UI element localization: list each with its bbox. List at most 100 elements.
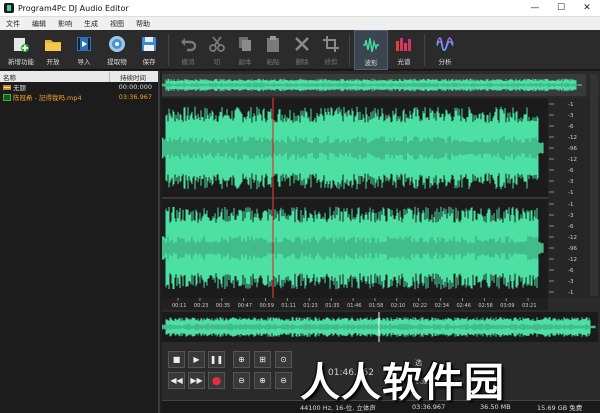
zoom-out-vertical-button[interactable]: ⊖: [275, 372, 292, 389]
toolbar-separator: [424, 34, 425, 66]
zoom-selection-icon: ⊞: [259, 355, 266, 364]
db-tick-label: -12: [568, 257, 577, 263]
extract-button[interactable]: 提取物: [100, 30, 134, 70]
save-icon: [140, 35, 158, 53]
timeline-tick-label: 01:46: [347, 303, 361, 309]
timeline-tick-label: 00:59: [260, 303, 274, 309]
timeline-tick-label: 03:09: [500, 303, 514, 309]
transport-controls: ■ ▶ ❚❚ ◀◀ ▶▶ ● ⊕ ⊞ ⊙ ⊖ ⊕ ⊖: [165, 348, 301, 394]
toolbar-separator: [349, 34, 350, 66]
paste-button[interactable]: 粘贴: [259, 30, 287, 70]
open-folder-icon: [44, 35, 62, 53]
undo-button[interactable]: 撤消: [173, 30, 203, 70]
extract-label: 提取物: [107, 58, 127, 66]
timeline-tick-label: 01:11: [281, 303, 295, 309]
file-list-item[interactable]: 无题 00:00:000: [0, 82, 158, 92]
rewind-icon: ◀◀: [170, 376, 183, 385]
close-button[interactable]: ✕: [574, 0, 600, 17]
zoom-fit-button[interactable]: ⊙: [275, 351, 292, 368]
db-tick-label: -1: [568, 202, 573, 208]
copy-label: 副本: [238, 58, 252, 66]
record-button[interactable]: ●: [208, 372, 225, 389]
db-tick-label: -12: [568, 135, 577, 141]
stop-icon: ■: [172, 355, 181, 364]
pause-button[interactable]: ❚❚: [208, 351, 225, 368]
new-feature-button[interactable]: 新增功能: [4, 30, 38, 70]
save-label: 保存: [142, 58, 156, 66]
import-button[interactable]: 导入: [68, 30, 100, 70]
menu-generate[interactable]: 生成: [78, 19, 104, 29]
menu-view[interactable]: 视图: [104, 19, 130, 29]
open-button[interactable]: 开放: [38, 30, 68, 70]
db-tick-label: -1: [568, 102, 573, 108]
spectrum-view-button[interactable]: 光谱: [388, 30, 420, 70]
paste-label: 粘贴: [266, 58, 280, 66]
waveform-view-button[interactable]: 波形: [354, 30, 388, 70]
paste-icon: [264, 35, 282, 53]
menu-file[interactable]: 文件: [0, 19, 26, 29]
cut-label: 切: [213, 58, 221, 66]
stop-button[interactable]: ■: [168, 351, 185, 368]
window-title: Program4Pc DJ Audio Editor: [18, 3, 129, 13]
timeline-tick-label: 00:35: [216, 303, 230, 309]
timeline-tick-label: 02:34: [435, 303, 449, 309]
fast-forward-icon: ▶▶: [190, 376, 203, 385]
db-tick-label: -1: [568, 290, 573, 296]
play-button[interactable]: ▶: [188, 351, 205, 368]
db-tick-label: -6: [568, 268, 574, 274]
trim-button[interactable]: 修剪: [317, 30, 345, 70]
app-logo-icon: [4, 3, 14, 13]
db-tick-label: -6: [568, 168, 574, 174]
column-header-duration[interactable]: 持续时间: [110, 72, 158, 82]
timeline-tick-label: 00:47: [238, 303, 252, 309]
minimize-button[interactable]: —: [522, 0, 548, 17]
analysis-button[interactable]: 分析: [429, 30, 461, 70]
zoom-selection-button[interactable]: ⊞: [254, 351, 271, 368]
zoom-out-horizontal-button[interactable]: ⊖: [233, 372, 250, 389]
maximize-button[interactable]: ☐: [548, 0, 574, 17]
save-button[interactable]: 保存: [134, 30, 164, 70]
db-tick-label: -12: [568, 235, 577, 241]
copy-button[interactable]: 副本: [231, 30, 259, 70]
toolbar: 新增功能 开放 导入 提取物 保存 撤消 切 副本 粘贴 删除 修剪 波形 光谱…: [0, 30, 600, 70]
new-feature-icon: [12, 35, 30, 53]
timeline-tick-label: 00:11: [172, 303, 186, 309]
timeline-tick-label: 02:22: [413, 303, 427, 309]
db-tick-label: -6: [568, 224, 574, 230]
open-label: 开放: [46, 58, 60, 66]
timeline-tick-label: 01:35: [325, 303, 339, 309]
record-icon: ●: [211, 374, 222, 387]
timeline-tick-label: 00:23: [194, 303, 208, 309]
copy-icon: [236, 35, 254, 53]
video-file-icon: [3, 93, 11, 101]
timeline-tick-label: 02:46: [457, 303, 471, 309]
zoom-in-horizontal-button[interactable]: ⊕: [233, 351, 250, 368]
extract-disc-icon: [108, 35, 126, 53]
db-tick-label: -96: [568, 246, 577, 252]
fast-forward-button[interactable]: ▶▶: [188, 372, 205, 389]
db-tick-label: -12: [568, 157, 577, 163]
cut-button[interactable]: 切: [203, 30, 231, 70]
vertical-scrollbar[interactable]: [590, 74, 598, 296]
menu-help[interactable]: 帮助: [130, 19, 156, 29]
db-tick-label: -96: [568, 146, 577, 152]
column-header-name[interactable]: 名称: [0, 71, 110, 82]
file-list-panel: 名称 持续时间 无题 00:00:000 陈冠希 - 記得我吗.mp4 03:3…: [0, 71, 160, 413]
timeline-tick-label: 01:58: [369, 303, 383, 309]
toolbar-separator: [168, 34, 169, 66]
rewind-button[interactable]: ◀◀: [168, 372, 185, 389]
db-tick-label: -3: [568, 179, 574, 185]
file-name: 无题: [13, 84, 26, 92]
new-feature-label: 新增功能: [8, 58, 34, 66]
zoom-in-vertical-button[interactable]: ⊕: [254, 372, 271, 389]
db-tick-label: -6: [568, 124, 574, 130]
file-list-item[interactable]: 陈冠希 - 記得我吗.mp4 03:36.967: [0, 92, 158, 102]
zoom-vertical-in-icon: ⊕: [259, 376, 266, 385]
menu-effects[interactable]: 影响: [52, 19, 78, 29]
title-bar: Program4Pc DJ Audio Editor — ☐ ✕: [0, 0, 600, 17]
menu-edit[interactable]: 编辑: [26, 19, 52, 29]
menu-bar: 文件 编辑 影响 生成 视图 帮助: [0, 17, 600, 30]
spectrum-icon: [395, 35, 413, 53]
delete-button[interactable]: 删除: [287, 30, 317, 70]
timeline-tick-label: 02:58: [478, 303, 492, 309]
